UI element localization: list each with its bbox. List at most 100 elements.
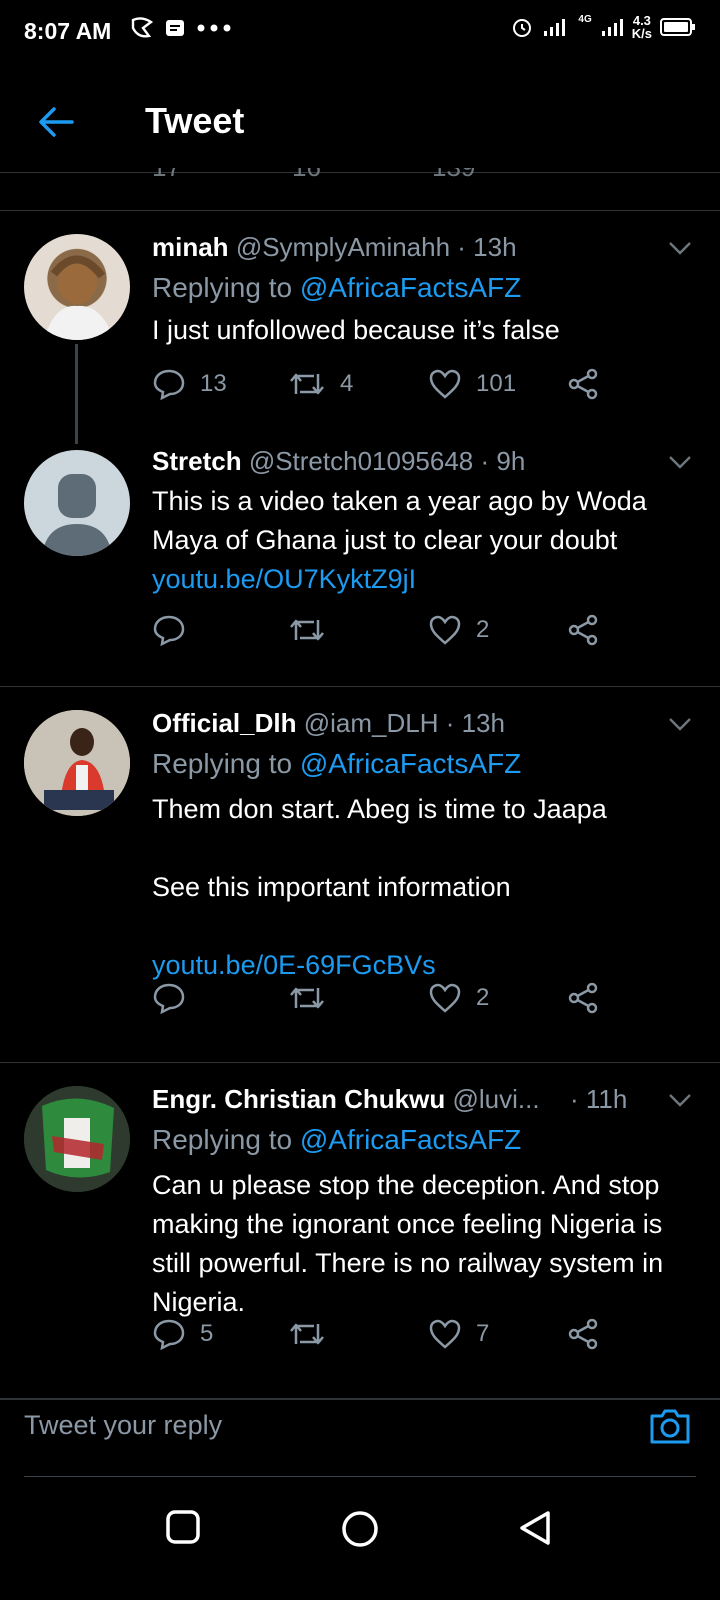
tweet-stretch[interactable]: Stretch @Stretch01095648 · 9h This is a … [0,442,720,672]
reply-button[interactable]: 5 [152,1318,213,1350]
heart-icon [429,369,461,399]
avatar[interactable] [24,1086,130,1192]
mention-link[interactable]: @AfricaFactsAFZ [300,1124,521,1155]
like-count: 7 [476,1320,490,1347]
mention-link[interactable]: @AfricaFactsAFZ [300,272,521,303]
share-button[interactable] [566,1318,614,1350]
tweet-minah[interactable]: minah @SymplyAminahh · 13h Replying to @… [0,210,720,442]
like-count: 2 [476,616,490,643]
like-button[interactable]: 2 [428,982,489,1014]
status-bar: 8:07 AM 4G 4.3 K/s [0,0,720,64]
replying-to: Replying to @AfricaFactsAFZ [152,1124,521,1156]
like-count: 101 [476,370,517,397]
partial-replies-count: 17 [152,168,292,183]
display-name[interactable]: Engr. Christian Chukwu [152,1084,445,1114]
like-button[interactable]: 7 [428,1318,489,1350]
retweet-icon [290,619,324,641]
timestamp: · 13h [445,708,505,738]
heart-icon [429,983,461,1013]
tweet-text: Them don start. Abeg is time to Jaapa Se… [152,790,692,985]
tweet-actions: 13 4 101 [152,368,622,408]
share-button[interactable] [566,614,614,646]
reply-button[interactable] [152,982,200,1014]
tweet-official-dlh[interactable]: Official_Dlh @iam_DLH · 13h Replying to … [0,686,720,1062]
partial-likes-count: 139 [432,168,572,183]
chevron-down-icon[interactable] [668,454,692,470]
replying-to: Replying to @AfricaFactsAFZ [152,748,521,780]
display-name[interactable]: minah [152,232,229,262]
system-icons: 4G 4.3 K/s [510,14,696,40]
share-icon [568,982,598,1014]
signal-icon-2 [601,19,623,36]
reply-composer[interactable]: Tweet your reply [24,1398,696,1470]
network-gen-label: 4G [578,13,592,25]
chevron-down-icon[interactable] [668,1092,692,1108]
timestamp: · 9h [480,446,526,476]
tweet-text: I just unfollowed because it’s false [152,315,560,345]
back-triangle-icon[interactable] [518,1510,552,1546]
like-button[interactable]: 2 [428,614,489,646]
tweet-text: Can u please stop the deception. And sto… [152,1170,664,1317]
back-arrow-icon[interactable] [36,102,76,142]
battery-icon [660,18,695,36]
status-time: 8:07 AM [24,18,112,44]
avatar[interactable] [24,450,130,556]
data-speed: 4.3 K/s [632,14,652,40]
handle[interactable]: @luvi... [452,1084,539,1114]
retweet-button[interactable] [288,982,340,1014]
share-button[interactable] [566,368,614,400]
recents-square-icon[interactable] [166,1510,200,1544]
handle[interactable]: @iam_DLH [304,708,439,738]
page-title: Tweet [145,100,245,141]
reply-count: 5 [200,1320,214,1347]
replying-prefix: Replying to [152,272,300,303]
heart-icon [429,1319,461,1349]
handle[interactable]: @Stretch01095648 [249,446,473,476]
default-avatar-icon [42,474,112,556]
tweet-header: Engr. Christian Chukwu @luvi... · 11h [152,1084,652,1115]
signal-icon [544,19,566,36]
replying-prefix: Replying to [152,1124,300,1155]
timestamp: · 13h [457,232,517,262]
like-button[interactable]: 101 [428,368,516,400]
chevron-down-icon[interactable] [668,716,692,732]
display-name[interactable]: Official_Dlh [152,708,296,738]
avatar-photo [24,710,130,816]
tweet-link[interactable]: youtu.be/OU7KyktZ9jI [152,564,416,594]
tweet-christian-chukwu[interactable]: Engr. Christian Chukwu @luvi... · 11h Re… [0,1062,720,1398]
mention-link[interactable]: @AfricaFactsAFZ [300,748,521,779]
share-button[interactable] [566,982,614,1014]
reply-button[interactable] [152,614,200,646]
reply-button[interactable]: 13 [152,368,227,400]
tweet-header: Official_Dlh @iam_DLH · 13h [152,708,505,739]
home-circle-icon[interactable] [341,1510,379,1548]
replying-to: Replying to @AfricaFactsAFZ [152,272,521,304]
system-nav-bar [0,1480,720,1600]
chevron-down-icon[interactable] [668,240,692,256]
thread-connector [75,344,78,444]
retweet-icon [290,1323,324,1345]
tweet-text-line: Them don start. Abeg is time to Jaapa [152,794,607,824]
avatar[interactable] [24,234,130,340]
notification-icons [130,16,232,40]
retweet-button[interactable] [288,1318,340,1350]
retweet-icon [290,373,324,395]
partial-tweet-actions: 17 16 139 [0,168,720,192]
retweet-button[interactable] [288,614,340,646]
data-speed-unit: K/s [631,26,652,41]
reply-input[interactable]: Tweet your reply [24,1410,222,1441]
tweet-text-content: This is a video taken a year ago by Woda… [152,486,647,555]
camera-icon[interactable] [648,1406,692,1446]
avatar[interactable] [24,710,130,816]
like-count: 2 [476,984,490,1011]
tweet-link[interactable]: youtu.be/0E-69FGcBVs [152,946,692,985]
reply-count: 13 [200,370,227,397]
handle[interactable]: @SymplyAminahh [236,232,450,262]
app-notification-icon [131,17,154,38]
tweet-text: This is a video taken a year ago by Woda… [152,482,692,599]
display-name[interactable]: Stretch [152,446,242,476]
retweet-button[interactable]: 4 [288,368,353,400]
heart-icon [429,615,461,645]
composer-divider [24,1476,696,1477]
avatar-photo [24,1086,130,1192]
